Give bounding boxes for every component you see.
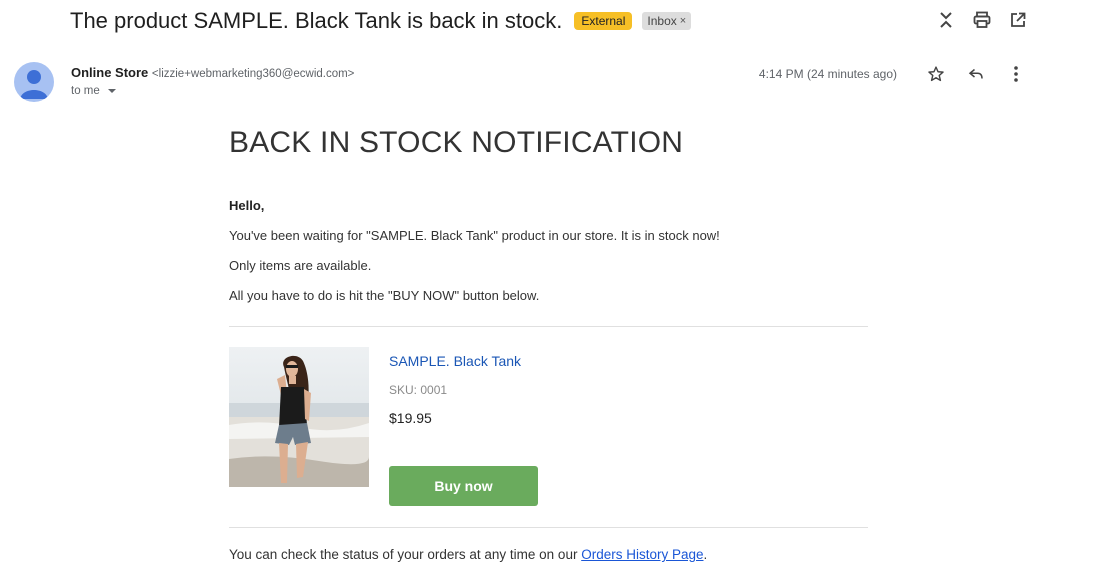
inbox-label-text: Inbox <box>647 14 677 28</box>
divider <box>229 326 868 327</box>
greeting: Hello, <box>229 198 265 213</box>
product-name-link[interactable]: SAMPLE. Black Tank <box>389 353 521 369</box>
body-paragraph: Only items are available. <box>229 258 372 273</box>
sender-name[interactable]: Online Store <box>71 65 148 80</box>
recipient-line[interactable]: to me <box>71 85 354 97</box>
footer-note: You can check the status of your orders … <box>229 547 869 562</box>
sender-avatar[interactable] <box>14 62 54 102</box>
expand-collapse-icon[interactable] <box>937 10 955 30</box>
product-sku: SKU: 0001 <box>389 383 448 397</box>
recipient-label: to me <box>71 85 100 97</box>
print-icon[interactable] <box>973 10 991 30</box>
email-headline: BACK IN STOCK NOTIFICATION <box>229 126 684 159</box>
email-subject: The product SAMPLE. Black Tank is back i… <box>70 8 563 33</box>
chevron-down-icon[interactable] <box>107 89 116 93</box>
star-icon[interactable] <box>927 64 945 84</box>
footer-text: You can check the status of your orders … <box>229 547 582 562</box>
message-meta: 4:14 PM (24 minutes ago) <box>759 64 1025 84</box>
remove-label-icon[interactable]: × <box>680 15 686 27</box>
reply-icon[interactable] <box>967 64 985 84</box>
sender-line: Online Store <lizzie+webmarketing360@ecw… <box>71 65 354 80</box>
orders-history-link[interactable]: Orders History Page <box>581 547 703 562</box>
open-in-new-window-icon[interactable] <box>1009 10 1027 30</box>
product-price: $19.95 <box>389 410 432 426</box>
subject-row: The product SAMPLE. Black Tank is back i… <box>70 6 692 36</box>
footer-suffix: . <box>703 547 708 562</box>
thread-actions <box>937 10 1027 30</box>
sender-block: Online Store <lizzie+webmarketing360@ecw… <box>71 65 354 97</box>
external-badge: External <box>574 12 633 30</box>
product-info: SAMPLE. Black Tank SKU: 0001 $19.95 <box>389 353 521 426</box>
sender-email: <lizzie+webmarketing360@ecwid.com> <box>151 68 355 80</box>
inbox-label-chip[interactable]: Inbox × <box>642 12 692 30</box>
body-paragraph: All you have to do is hit the "BUY NOW" … <box>229 288 540 303</box>
product-image[interactable] <box>229 347 369 487</box>
email-view: The product SAMPLE. Black Tank is back i… <box>0 0 1117 573</box>
message-timestamp: 4:14 PM (24 minutes ago) <box>758 67 897 81</box>
divider <box>229 527 868 528</box>
more-options-icon[interactable] <box>1007 64 1025 84</box>
buy-now-button[interactable]: Buy now <box>389 466 538 506</box>
product-card: SAMPLE. Black Tank SKU: 0001 $19.95 Buy … <box>229 347 869 507</box>
body-paragraph: You've been waiting for "SAMPLE. Black T… <box>229 228 720 243</box>
email-body: BACK IN STOCK NOTIFICATION Hello, You've… <box>229 120 869 562</box>
